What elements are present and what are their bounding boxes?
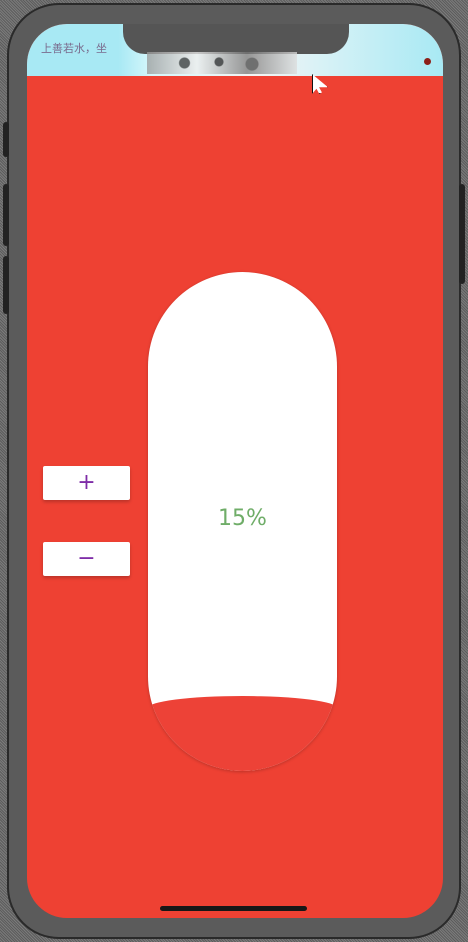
gauge-percentage: 15%	[218, 506, 267, 531]
decrease-button[interactable]: −	[43, 542, 130, 576]
side-button-left-small	[3, 122, 9, 157]
record-indicator	[424, 58, 431, 65]
gauge-fill	[148, 696, 337, 771]
side-button-left-lower	[3, 256, 9, 314]
status-strip: 上善若水，坐	[27, 24, 443, 76]
home-indicator	[160, 906, 307, 911]
camera-notch	[123, 24, 349, 54]
phone-screen: 上善若水，坐 + − 15%	[27, 24, 443, 918]
device-stage: 上善若水，坐 + − 15%	[0, 0, 468, 942]
minus-icon: −	[77, 546, 96, 571]
increase-button[interactable]: +	[43, 466, 130, 500]
plus-icon: +	[77, 470, 96, 495]
status-text: 上善若水，坐	[41, 42, 107, 55]
side-button-right	[459, 184, 465, 284]
mouse-pointer-icon	[312, 74, 328, 94]
side-button-left-upper	[3, 184, 9, 246]
header-image	[147, 52, 297, 74]
level-gauge: 15%	[148, 272, 337, 771]
